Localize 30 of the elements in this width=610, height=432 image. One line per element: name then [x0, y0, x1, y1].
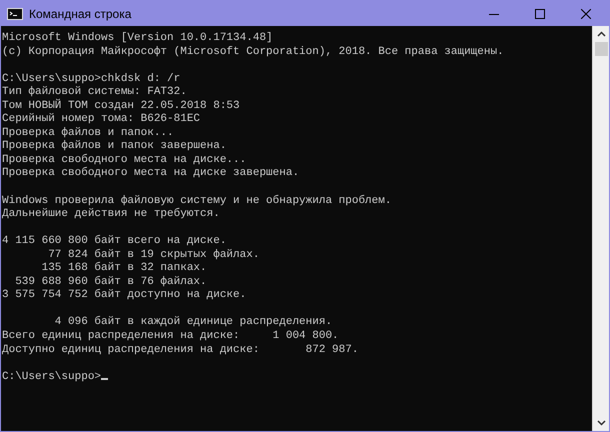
text-cursor-icon: [101, 378, 108, 380]
close-icon: [581, 8, 591, 18]
window-title: Командная строка: [29, 6, 132, 22]
console-line: Проверка свободного места на диске завершена.: [2, 167, 300, 180]
scrollbar-thumb[interactable]: [594, 42, 608, 56]
scrollbar[interactable]: [592, 26, 609, 431]
console-line: (c) Корпорация Майкрософт (Microsoft Corporation), 2018. Все права защищены.: [2, 46, 504, 58]
console-line: Дальнейшие действия не требуются.: [2, 208, 220, 220]
console-line: Всего единиц распределения на диске: 1 004 800.: [2, 330, 339, 342]
console-line: Windows проверила файловую систему и не обнаружила проблем.: [2, 194, 392, 207]
console-line: Microsoft Windows [Version 10.0.17134.48]: [2, 32, 273, 44]
console-line: 539 688 960 байт в 76 файлах.: [14, 276, 207, 288]
console-line: Доступно единиц распределения на диске: 872 987.: [2, 344, 358, 356]
console-line: Тип файловой системы: FAT32.: [2, 86, 187, 98]
console-app-icon: [7, 8, 23, 20]
console-line: Проверка свободного места на диске...: [2, 154, 246, 166]
console-line: Проверка файлов и папок...: [2, 126, 174, 139]
scroll-up-icon[interactable]: [596, 31, 606, 37]
console-line: C:\Users\suppo>chkdsk d: /r: [2, 72, 180, 85]
maximize-icon: [535, 8, 545, 18]
console-line: 4 096 байт в каждой единице распределения.: [54, 316, 332, 328]
console-line: 135 168 байт в 32 папках.: [40, 262, 207, 274]
console-line: 3 575 754 752 байт доступно на диске.: [2, 289, 246, 302]
console-line: Проверка файлов и папок завершена.: [2, 140, 226, 152]
console-line: 4 115 660 800 байт всего на диске.: [2, 235, 226, 248]
console-line: Серийный номер тома: B626-81EC: [2, 113, 200, 126]
scroll-down-icon[interactable]: [596, 420, 606, 426]
console-line: Том НОВЫЙ ТОМ создан 22.05.2018 8:53: [2, 100, 240, 112]
command-prompt: C:\Users\suppo>: [2, 370, 102, 383]
console-line: 77 824 байт в 19 скрытых файлах.: [47, 248, 260, 261]
